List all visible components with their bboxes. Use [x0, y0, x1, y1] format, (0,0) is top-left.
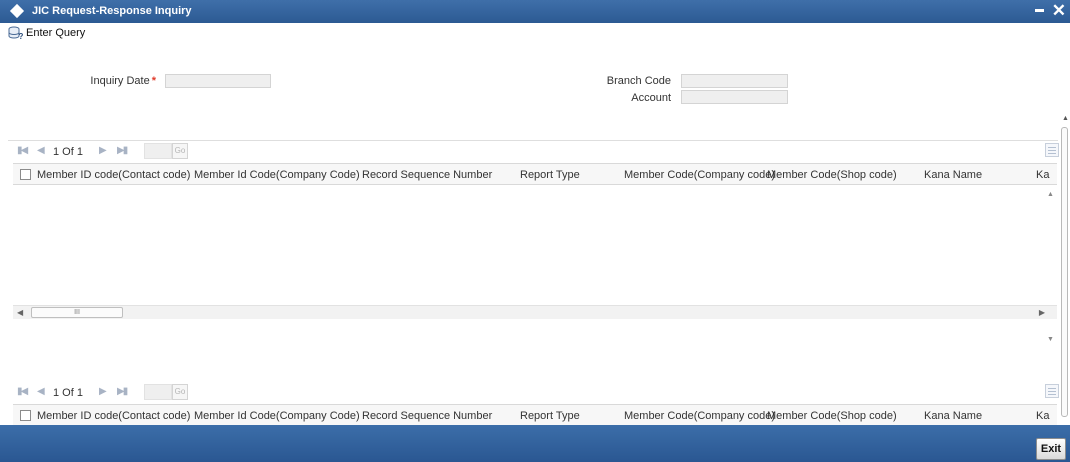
inquiry-date-field[interactable]	[165, 74, 271, 88]
grid-1-pager: ▮◀ ◀ 1 Of 1 ▶ ▶▮ Go	[13, 140, 1059, 162]
col-member-code-company[interactable]: Member Code(Company code)	[624, 410, 775, 422]
next-page-icon[interactable]: ▶	[99, 145, 107, 156]
results-grid-1: ▮◀ ◀ 1 Of 1 ▶ ▶▮ Go Member ID code(Conta…	[13, 140, 1059, 350]
select-all-checkbox[interactable]	[20, 410, 31, 421]
grid-1-horizontal-scrollbar[interactable]: ◀ III ▶	[13, 305, 1057, 319]
toolbar: ? Enter Query	[0, 23, 1070, 43]
close-icon[interactable]: ✕	[1052, 0, 1066, 22]
exit-button[interactable]: Exit	[1036, 438, 1066, 460]
prev-page-icon[interactable]: ◀	[37, 145, 45, 156]
inquiry-date-label-text: Inquiry Date	[90, 75, 150, 87]
col-record-sequence[interactable]: Record Sequence Number	[362, 410, 492, 422]
grid-2-pager: ▮◀ ◀ 1 Of 1 ▶ ▶▮ Go	[13, 381, 1059, 403]
col-kana-name[interactable]: Kana Name	[924, 169, 982, 181]
scroll-right-icon[interactable]: ▶	[1039, 308, 1045, 317]
col-kana-name[interactable]: Kana Name	[924, 410, 982, 422]
page-indicator: 1 Of 1	[53, 387, 83, 399]
svg-text:?: ?	[19, 32, 24, 40]
col-member-id-contact[interactable]: Member ID code(Contact code)	[37, 410, 190, 422]
branch-code-field[interactable]	[681, 74, 788, 88]
col-report-type[interactable]: Report Type	[520, 169, 580, 181]
grid-1-body: ▲ ▼	[13, 185, 1057, 350]
col-member-code-shop[interactable]: Member Code(Shop code)	[767, 169, 897, 181]
page-scrollbar-thumb[interactable]	[1061, 127, 1068, 417]
first-page-icon[interactable]: ▮◀	[17, 386, 28, 397]
grid-1-vertical-scrollbar[interactable]: ▲ ▼	[1043, 185, 1057, 350]
go-button[interactable]: Go	[172, 143, 188, 159]
enter-query-button[interactable]: Enter Query	[26, 27, 85, 39]
next-page-icon[interactable]: ▶	[99, 386, 107, 397]
query-db-icon[interactable]: ?	[8, 26, 24, 40]
col-member-id-company[interactable]: Member Id Code(Company Code)	[194, 410, 360, 422]
grid-settings-icon[interactable]	[1045, 143, 1059, 157]
grid-1-header: Member ID code(Contact code) Member Id C…	[13, 163, 1057, 185]
grid-settings-icon[interactable]	[1045, 384, 1059, 398]
last-page-icon[interactable]: ▶▮	[117, 145, 128, 156]
results-grid-2: ▮◀ ◀ 1 Of 1 ▶ ▶▮ Go Member ID code(Conta…	[13, 381, 1059, 426]
scroll-up-icon[interactable]: ▲	[1047, 191, 1054, 198]
minimize-icon[interactable]	[1035, 9, 1044, 12]
col-member-code-company[interactable]: Member Code(Company code)	[624, 169, 775, 181]
page-indicator: 1 Of 1	[53, 146, 83, 158]
account-field[interactable]	[681, 90, 788, 104]
diamond-icon	[9, 3, 25, 19]
prev-page-icon[interactable]: ◀	[37, 386, 45, 397]
grid-2-header: Member ID code(Contact code) Member Id C…	[13, 404, 1057, 426]
scroll-down-icon[interactable]: ▼	[1047, 336, 1054, 343]
footer-bar: Exit	[0, 425, 1070, 462]
first-page-icon[interactable]: ▮◀	[17, 145, 28, 156]
last-page-icon[interactable]: ▶▮	[117, 386, 128, 397]
inquiry-date-label: Inquiry Date *	[60, 75, 156, 87]
col-record-sequence[interactable]: Record Sequence Number	[362, 169, 492, 181]
col-member-id-company[interactable]: Member Id Code(Company Code)	[194, 169, 360, 181]
page-number-input[interactable]	[144, 143, 172, 159]
account-label: Account	[631, 92, 671, 104]
branch-code-label: Branch Code	[606, 75, 671, 87]
col-ka-truncated[interactable]: Ka	[1036, 169, 1049, 181]
select-all-checkbox[interactable]	[20, 169, 31, 180]
col-member-code-shop[interactable]: Member Code(Shop code)	[767, 410, 897, 422]
go-button[interactable]: Go	[172, 384, 188, 400]
required-marker: *	[151, 75, 156, 87]
page-number-input[interactable]	[144, 384, 172, 400]
scrollbar-thumb[interactable]: III	[31, 307, 123, 318]
window-title: JIC Request-Response Inquiry	[32, 5, 192, 17]
window-titlebar: JIC Request-Response Inquiry ✕	[0, 0, 1070, 23]
page-scroll-up-icon[interactable]: ▲	[1062, 115, 1069, 122]
page-vertical-scrollbar[interactable]: ▲	[1058, 115, 1070, 425]
col-member-id-contact[interactable]: Member ID code(Contact code)	[37, 169, 190, 181]
col-ka-truncated[interactable]: Ka	[1036, 410, 1049, 422]
scroll-left-icon[interactable]: ◀	[17, 308, 23, 317]
col-report-type[interactable]: Report Type	[520, 410, 580, 422]
